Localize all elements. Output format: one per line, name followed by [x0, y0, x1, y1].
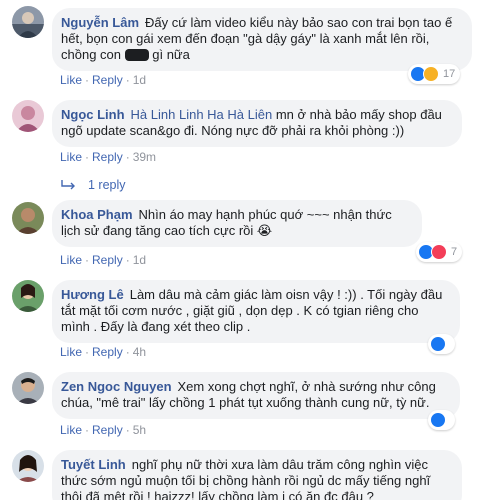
- like-link[interactable]: Like: [60, 150, 82, 164]
- like-link[interactable]: Like: [60, 423, 82, 437]
- reply-link[interactable]: Reply: [92, 253, 123, 267]
- timestamp[interactable]: 1d: [133, 253, 146, 267]
- comment-bubble: Khoa Phạm Nhìn áo may hạnh phúc quớ ~~~ n…: [52, 200, 422, 247]
- comment-actions: Like · Reply · 39m: [60, 150, 157, 164]
- comment-actions: Like · Reply · 1d: [60, 253, 147, 267]
- reaction-summary[interactable]: 17: [408, 64, 461, 84]
- comment-bubble: Tuyết Linh nghĩ phụ nữ thời xưa làm dâu t…: [52, 450, 462, 500]
- comment-actions: Like · Reply · 5h: [60, 423, 147, 437]
- reaction-summary[interactable]: 7: [416, 242, 463, 262]
- avatar[interactable]: [12, 450, 44, 482]
- like-reaction-icon: [430, 412, 446, 428]
- reply-link[interactable]: Reply: [92, 345, 123, 359]
- avatar-image: [12, 6, 44, 38]
- timestamp[interactable]: 5h: [133, 423, 146, 437]
- avatar-image: [12, 372, 44, 404]
- comment-actions: Like · Reply · 1d: [60, 73, 147, 87]
- comment-author[interactable]: Ngọc Linh: [61, 107, 125, 122]
- avatar[interactable]: [12, 100, 44, 132]
- like-link[interactable]: Like: [60, 253, 82, 267]
- avatar-image: [12, 100, 44, 132]
- timestamp[interactable]: 4h: [133, 345, 146, 359]
- like-reaction-icon: [430, 336, 446, 352]
- comment-author[interactable]: Nguyễn Lâm: [61, 15, 139, 30]
- avatar[interactable]: [12, 6, 44, 38]
- reply-link[interactable]: Reply: [92, 73, 123, 87]
- avatar-image: [12, 280, 44, 312]
- avatar[interactable]: [12, 372, 44, 404]
- reply-arrow-icon: [61, 180, 75, 190]
- comment-5: Zen Ngoc Nguyen Xem xong chợt nghĩ, ở nhà…: [0, 368, 493, 444]
- comment-author[interactable]: Zen Ngoc Nguyen: [61, 379, 172, 394]
- comment-actions: Like · Reply · 4h: [60, 345, 147, 359]
- reaction-count: 17: [443, 68, 456, 80]
- comment-1: Nguyễn Lâm Đấy cứ làm video kiểu này bảo …: [0, 0, 493, 92]
- comment-3: Khoa Phạm Nhìn áo may hạnh phúc quớ ~~~ n…: [0, 196, 493, 274]
- avatar-image: [12, 450, 44, 482]
- replies-count-label[interactable]: 1 reply: [88, 178, 126, 192]
- comment-author[interactable]: Tuyết Linh: [61, 457, 126, 472]
- comment-bubble: Ngọc Linh Hà Linh Linh Ha Hà Liên mn ở nh…: [52, 100, 462, 147]
- comment-bubble: Hương Lê Làm dâu mà cảm giác làm oisn vậy…: [52, 280, 460, 343]
- view-replies-link[interactable]: 1 reply: [60, 178, 126, 192]
- comment-2: Ngọc Linh Hà Linh Linh Ha Hà Liên mn ở nh…: [0, 92, 493, 192]
- comment-bubble: Zen Ngoc Nguyen Xem xong chợt nghĩ, ở nhà…: [52, 372, 460, 419]
- reply-link[interactable]: Reply: [92, 423, 123, 437]
- timestamp[interactable]: 39m: [133, 150, 156, 164]
- avatar-image: [12, 202, 44, 234]
- reaction-summary[interactable]: [428, 410, 455, 430]
- like-link[interactable]: Like: [60, 73, 82, 87]
- like-link[interactable]: Like: [60, 345, 82, 359]
- comment-author[interactable]: Khoa Phạm: [61, 207, 133, 222]
- comment-4: Hương Lê Làm dâu mà cảm giác làm oisn vậy…: [0, 276, 493, 366]
- avatar[interactable]: [12, 280, 44, 312]
- comment-author[interactable]: Hương Lê: [61, 287, 124, 302]
- comment-6: Tuyết Linh nghĩ phụ nữ thời xưa làm dâu t…: [0, 446, 493, 500]
- haha-reaction-icon: [423, 66, 439, 82]
- timestamp[interactable]: 1d: [133, 73, 146, 87]
- redaction-mark: [124, 48, 149, 61]
- reaction-count: 7: [451, 246, 458, 258]
- tagged-users[interactable]: Hà Linh Linh Ha Hà Liên: [131, 107, 273, 122]
- comment-text-end: gì nữa: [152, 47, 190, 62]
- reaction-summary[interactable]: [428, 334, 455, 354]
- comment-bubble: Nguyễn Lâm Đấy cứ làm video kiểu này bảo …: [52, 8, 472, 71]
- reply-link[interactable]: Reply: [92, 150, 123, 164]
- love-reaction-icon: [431, 244, 447, 260]
- avatar[interactable]: [12, 202, 44, 234]
